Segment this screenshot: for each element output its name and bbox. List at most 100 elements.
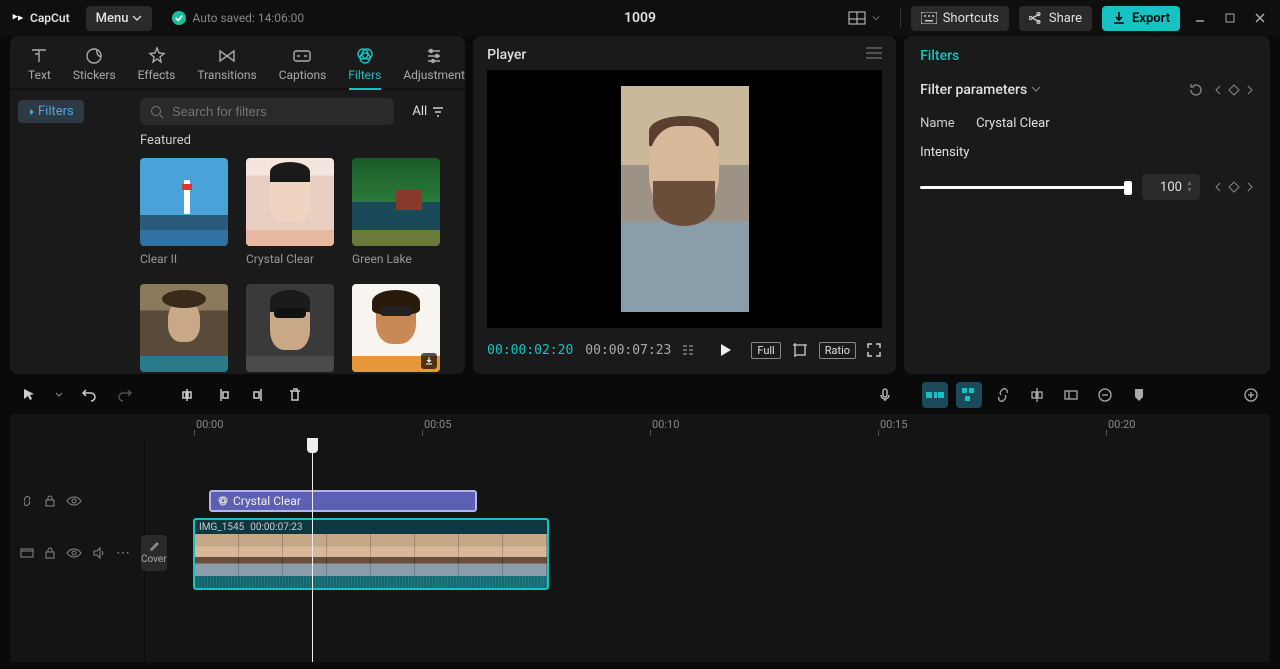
tab-filters[interactable]: Filters bbox=[338, 42, 391, 88]
app-logo: CapCut bbox=[10, 10, 70, 26]
player-panel: Player 00:00:02:20 00:00:07:23 Full Rati… bbox=[473, 36, 896, 374]
project-title: 1009 bbox=[624, 10, 656, 26]
full-button[interactable]: Full bbox=[751, 342, 780, 359]
delete-tool[interactable] bbox=[282, 382, 308, 408]
intensity-input[interactable]: 100 ▲▼ bbox=[1142, 174, 1200, 200]
minimize-button[interactable] bbox=[1190, 8, 1210, 28]
player-title: Player bbox=[487, 47, 526, 63]
inspector-title: Filters bbox=[920, 48, 1254, 64]
param-section-title: Filter parameters bbox=[920, 82, 1027, 98]
split-left-tool[interactable] bbox=[210, 382, 236, 408]
pointer-dropdown[interactable] bbox=[52, 382, 66, 408]
filter-name-value: Crystal Clear bbox=[976, 116, 1050, 131]
export-icon bbox=[1112, 11, 1126, 25]
filter-item-crystal-clear[interactable]: Crystal Clear bbox=[246, 158, 334, 266]
filter-item-clear-ii[interactable]: Clear II bbox=[140, 158, 228, 266]
filter-sidebar: Filters bbox=[10, 90, 128, 374]
share-button[interactable]: Share bbox=[1019, 6, 1092, 31]
lock-icon[interactable] bbox=[44, 494, 56, 508]
next-keyframe-icon[interactable] bbox=[1246, 85, 1254, 95]
player-menu-button[interactable] bbox=[866, 46, 882, 64]
fullscreen-icon[interactable] bbox=[866, 342, 882, 358]
filter-search-input[interactable] bbox=[172, 104, 384, 119]
intensity-label: Intensity bbox=[920, 145, 969, 160]
filter-all-button[interactable]: All bbox=[404, 100, 453, 123]
featured-label: Featured bbox=[140, 133, 453, 148]
filter-item-oppenheimer[interactable]: Oppenheimer bbox=[140, 284, 228, 374]
triangle-right-icon bbox=[28, 108, 36, 116]
compare-icon[interactable] bbox=[683, 343, 699, 357]
split-right-tool[interactable] bbox=[246, 382, 272, 408]
timeline-tracks[interactable]: Crystal Clear IMG_1545 00:00:07:23 bbox=[145, 438, 1270, 662]
redo-button[interactable] bbox=[112, 382, 138, 408]
filter-item-tan[interactable]: Tan bbox=[352, 284, 440, 374]
filters-icon bbox=[355, 46, 375, 66]
playhead[interactable] bbox=[312, 438, 313, 662]
align-button[interactable] bbox=[1024, 382, 1050, 408]
filter-item-green-lake[interactable]: Green Lake bbox=[352, 158, 440, 266]
keyframe-icon[interactable] bbox=[1228, 181, 1240, 193]
pointer-tool[interactable] bbox=[16, 382, 42, 408]
video-clip[interactable]: IMG_1545 00:00:07:23 bbox=[193, 518, 549, 590]
prev-keyframe-icon[interactable] bbox=[1214, 182, 1222, 192]
export-button[interactable]: Export bbox=[1102, 6, 1180, 31]
video-preview[interactable] bbox=[487, 70, 882, 328]
maximize-button[interactable] bbox=[1220, 8, 1240, 28]
tab-captions[interactable]: Captions bbox=[269, 42, 337, 88]
time-total: 00:00:07:23 bbox=[585, 343, 671, 358]
link-icon[interactable] bbox=[20, 494, 34, 508]
autosave-status: Auto saved: 14:06:00 bbox=[172, 11, 304, 25]
eye-icon[interactable] bbox=[66, 495, 82, 507]
video-track-icon[interactable] bbox=[20, 546, 34, 560]
keyboard-icon bbox=[921, 12, 937, 24]
filter-sort-icon bbox=[431, 105, 445, 119]
mute-icon[interactable] bbox=[92, 546, 106, 560]
search-icon bbox=[150, 105, 164, 119]
zoom-in-button[interactable] bbox=[1238, 382, 1264, 408]
magnet-main-button[interactable] bbox=[922, 382, 948, 408]
record-voiceover-button[interactable] bbox=[872, 382, 898, 408]
link-button[interactable] bbox=[990, 382, 1016, 408]
ratio-button[interactable]: Ratio bbox=[819, 342, 856, 359]
asset-tabs: Text Stickers Effects Transitions Captio… bbox=[10, 36, 465, 90]
split-tool[interactable] bbox=[174, 382, 200, 408]
video-track-controls: ⋯ Cover bbox=[10, 514, 144, 592]
zoom-slider-thumb[interactable] bbox=[1126, 382, 1152, 408]
search-input-wrapper[interactable] bbox=[140, 98, 394, 125]
zoom-out-button[interactable] bbox=[1092, 382, 1118, 408]
effects-icon bbox=[147, 46, 167, 66]
eye-icon[interactable] bbox=[66, 547, 82, 559]
tab-adjustment[interactable]: Adjustment bbox=[393, 42, 465, 88]
effect-track-controls bbox=[10, 488, 144, 514]
filter-item-humble[interactable]: Humble bbox=[246, 284, 334, 374]
sidebar-item-filters[interactable]: Filters bbox=[18, 100, 84, 123]
prev-keyframe-icon[interactable] bbox=[1214, 85, 1222, 95]
chevron-down-icon[interactable] bbox=[1031, 83, 1041, 98]
checkmark-icon bbox=[172, 11, 186, 25]
play-button[interactable] bbox=[711, 336, 739, 364]
preview-axis-button[interactable] bbox=[1058, 382, 1084, 408]
track-more-button[interactable]: ⋯ bbox=[116, 545, 131, 561]
timeline-ruler[interactable]: 00:00 00:05 00:10 00:15 00:20 bbox=[10, 414, 1270, 438]
tab-stickers[interactable]: Stickers bbox=[63, 42, 126, 88]
filters-icon bbox=[217, 495, 229, 507]
shortcuts-button[interactable]: Shortcuts bbox=[911, 6, 1009, 31]
lock-icon[interactable] bbox=[44, 546, 56, 560]
menu-button[interactable]: Menu bbox=[86, 6, 153, 31]
close-button[interactable] bbox=[1250, 8, 1270, 28]
intensity-slider[interactable] bbox=[920, 186, 1128, 189]
tab-text[interactable]: Text bbox=[18, 42, 61, 88]
topbar: CapCut Menu Auto saved: 14:06:00 1009 Sh… bbox=[0, 0, 1280, 36]
magnet-auto-button[interactable] bbox=[956, 382, 982, 408]
reset-icon[interactable] bbox=[1188, 82, 1204, 98]
undo-button[interactable] bbox=[76, 382, 102, 408]
filter-clip[interactable]: Crystal Clear bbox=[209, 490, 477, 512]
tab-transitions[interactable]: Transitions bbox=[187, 42, 266, 88]
next-keyframe-icon[interactable] bbox=[1246, 182, 1254, 192]
keyframe-icon[interactable] bbox=[1228, 84, 1240, 96]
tab-effects[interactable]: Effects bbox=[128, 42, 186, 88]
timeline: 00:00 00:05 00:10 00:15 00:20 ⋯ Cover bbox=[0, 374, 1280, 662]
crop-icon[interactable] bbox=[791, 341, 809, 359]
layout-button[interactable] bbox=[838, 6, 890, 30]
adjustment-icon bbox=[424, 46, 444, 66]
